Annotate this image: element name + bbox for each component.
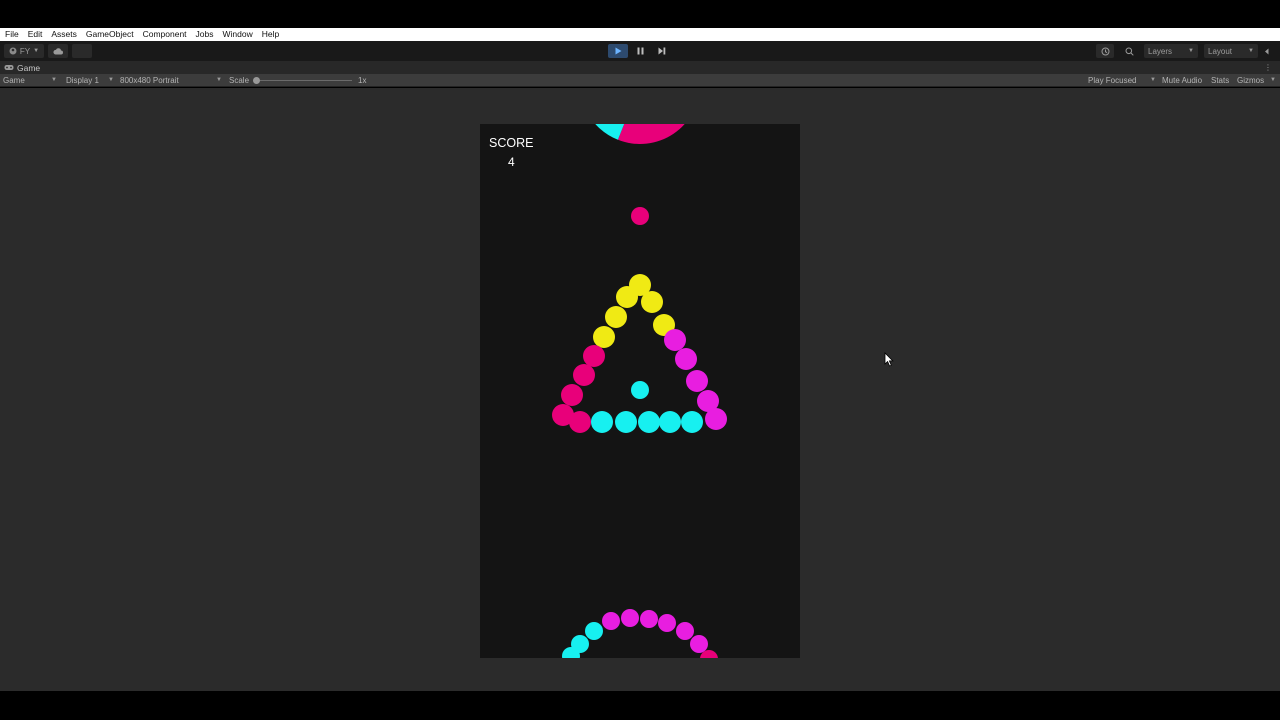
triangle-violet-ball <box>705 408 727 430</box>
account-icon <box>9 47 17 55</box>
gizmos-label: Gizmos <box>1237 76 1265 85</box>
mode-select-value: Game <box>3 76 25 85</box>
menu-help[interactable]: Help <box>262 28 279 41</box>
account-label: FY <box>19 46 31 56</box>
mute-audio-toggle[interactable]: Mute Audio <box>1162 74 1202 87</box>
chevron-down-icon: ▼ <box>1150 77 1156 83</box>
triangle-magenta-ball <box>573 364 595 386</box>
circle-obstacle-ball <box>676 622 694 640</box>
chevron-down-icon: ▼ <box>108 77 114 83</box>
circle-obstacle-ball <box>571 635 589 653</box>
play-icon <box>615 47 621 55</box>
mouse-cursor-icon <box>884 352 894 367</box>
chevron-down-icon: ▼ <box>216 77 222 83</box>
triangle-violet-ball <box>675 348 697 370</box>
chevron-down-icon: ▼ <box>1248 48 1254 54</box>
circle-obstacle-ball <box>585 622 603 640</box>
menu-edit[interactable]: Edit <box>28 28 43 41</box>
step-button[interactable] <box>652 44 672 58</box>
triangle-violet-ball <box>686 370 708 392</box>
resolution-select-value: 800x480 Portrait <box>120 76 179 85</box>
triangle-cyan-ball <box>681 411 703 433</box>
scale-value: 1x <box>358 76 367 85</box>
game-canvas <box>552 124 727 658</box>
circle-obstacle-ball <box>602 612 620 630</box>
score-label: SCORE <box>489 136 534 150</box>
menu-assets[interactable]: Assets <box>51 28 77 41</box>
panel-menu-icon[interactable]: ⋮ <box>1264 63 1272 72</box>
triangle-magenta-ball <box>583 345 605 367</box>
chevron-left-icon <box>1265 48 1269 54</box>
display-select-value: Display 1 <box>66 76 99 85</box>
triangle-violet-ball <box>664 329 686 351</box>
resolution-select[interactable]: 800x480 Portrait ▼ <box>120 74 222 87</box>
triangle-cyan-ball <box>638 411 660 433</box>
game-screen[interactable]: SCORE 4 <box>480 124 800 658</box>
triangle-yellow-ball <box>641 291 663 313</box>
top-obstacle-magenta-segment <box>617 124 685 144</box>
circle-obstacle-ball <box>640 610 658 628</box>
gamepad-icon <box>4 65 14 70</box>
chevron-down-icon: ▼ <box>1270 77 1276 83</box>
step-icon <box>658 47 666 55</box>
triangle-yellow-ball <box>605 306 627 328</box>
scale-slider-handle[interactable] <box>253 77 260 84</box>
tab-game[interactable]: Game <box>4 61 40 74</box>
cloud-icon <box>53 47 63 54</box>
triangle-yellow-ball <box>616 286 638 308</box>
stats-toggle[interactable]: Stats <box>1211 74 1229 87</box>
chevron-down-icon: ▼ <box>51 77 57 83</box>
triangle-cyan-ball <box>659 411 681 433</box>
layout-dropdown[interactable]: Layout ▼ <box>1204 44 1258 58</box>
letterbox-top <box>0 0 1280 28</box>
player-ball <box>631 381 649 399</box>
panel-tab-bar: Game ⋮ <box>0 61 1280 74</box>
game-view-toolbar: Game ▼ Display 1 ▼ 800x480 Portrait ▼ Sc… <box>0 74 1280 87</box>
triangle-magenta-ball <box>569 411 591 433</box>
menu-gameobject[interactable]: GameObject <box>86 28 134 41</box>
mode-select[interactable]: Game ▼ <box>3 74 59 87</box>
play-focused-label: Play Focused <box>1088 76 1137 85</box>
layers-label: Layers <box>1148 46 1173 56</box>
scale-slider-track[interactable] <box>258 80 352 81</box>
menu-bar: File Edit Assets GameObject Component Jo… <box>0 28 1280 41</box>
collapse-toolbar-button[interactable] <box>1264 44 1272 58</box>
menu-file[interactable]: File <box>5 28 19 41</box>
triangle-cyan-ball <box>591 411 613 433</box>
history-icon <box>1101 47 1109 55</box>
main-toolbar: FY ▼ Layers ▼ Layout ▼ <box>0 41 1280 61</box>
play-button[interactable] <box>608 44 628 58</box>
circle-obstacle-ball <box>690 635 708 653</box>
scale-label: Scale <box>229 76 250 85</box>
score-value: 4 <box>508 155 515 169</box>
menu-component[interactable]: Component <box>143 28 187 41</box>
menu-window[interactable]: Window <box>223 28 253 41</box>
tab-game-label: Game <box>17 62 41 73</box>
falling-dot <box>631 207 649 225</box>
triangle-magenta-ball <box>561 384 583 406</box>
account-dropdown[interactable]: FY ▼ <box>4 44 44 58</box>
chevron-down-icon: ▼ <box>1188 48 1194 54</box>
menu-jobs[interactable]: Jobs <box>196 28 214 41</box>
circle-obstacle-ball <box>621 609 639 627</box>
play-focused-select[interactable]: Play Focused ▼ <box>1088 74 1156 87</box>
display-select[interactable]: Display 1 ▼ <box>66 74 114 87</box>
triangle-yellow-ball <box>593 326 615 348</box>
layers-dropdown[interactable]: Layers ▼ <box>1144 44 1198 58</box>
chevron-down-icon: ▼ <box>33 48 40 54</box>
search-button[interactable] <box>1120 44 1138 58</box>
letterbox-bottom <box>0 691 1280 720</box>
triangle-cyan-ball <box>615 411 637 433</box>
gizmos-dropdown[interactable]: Gizmos ▼ <box>1237 74 1277 87</box>
cloud-button[interactable] <box>48 44 68 58</box>
pause-icon <box>637 47 643 55</box>
layout-label: Layout <box>1208 46 1233 56</box>
search-icon <box>1125 47 1134 56</box>
circle-obstacle-ball <box>658 614 676 632</box>
pause-button[interactable] <box>630 44 650 58</box>
collab-button[interactable] <box>72 44 92 58</box>
undo-history-button[interactable] <box>1096 44 1114 58</box>
